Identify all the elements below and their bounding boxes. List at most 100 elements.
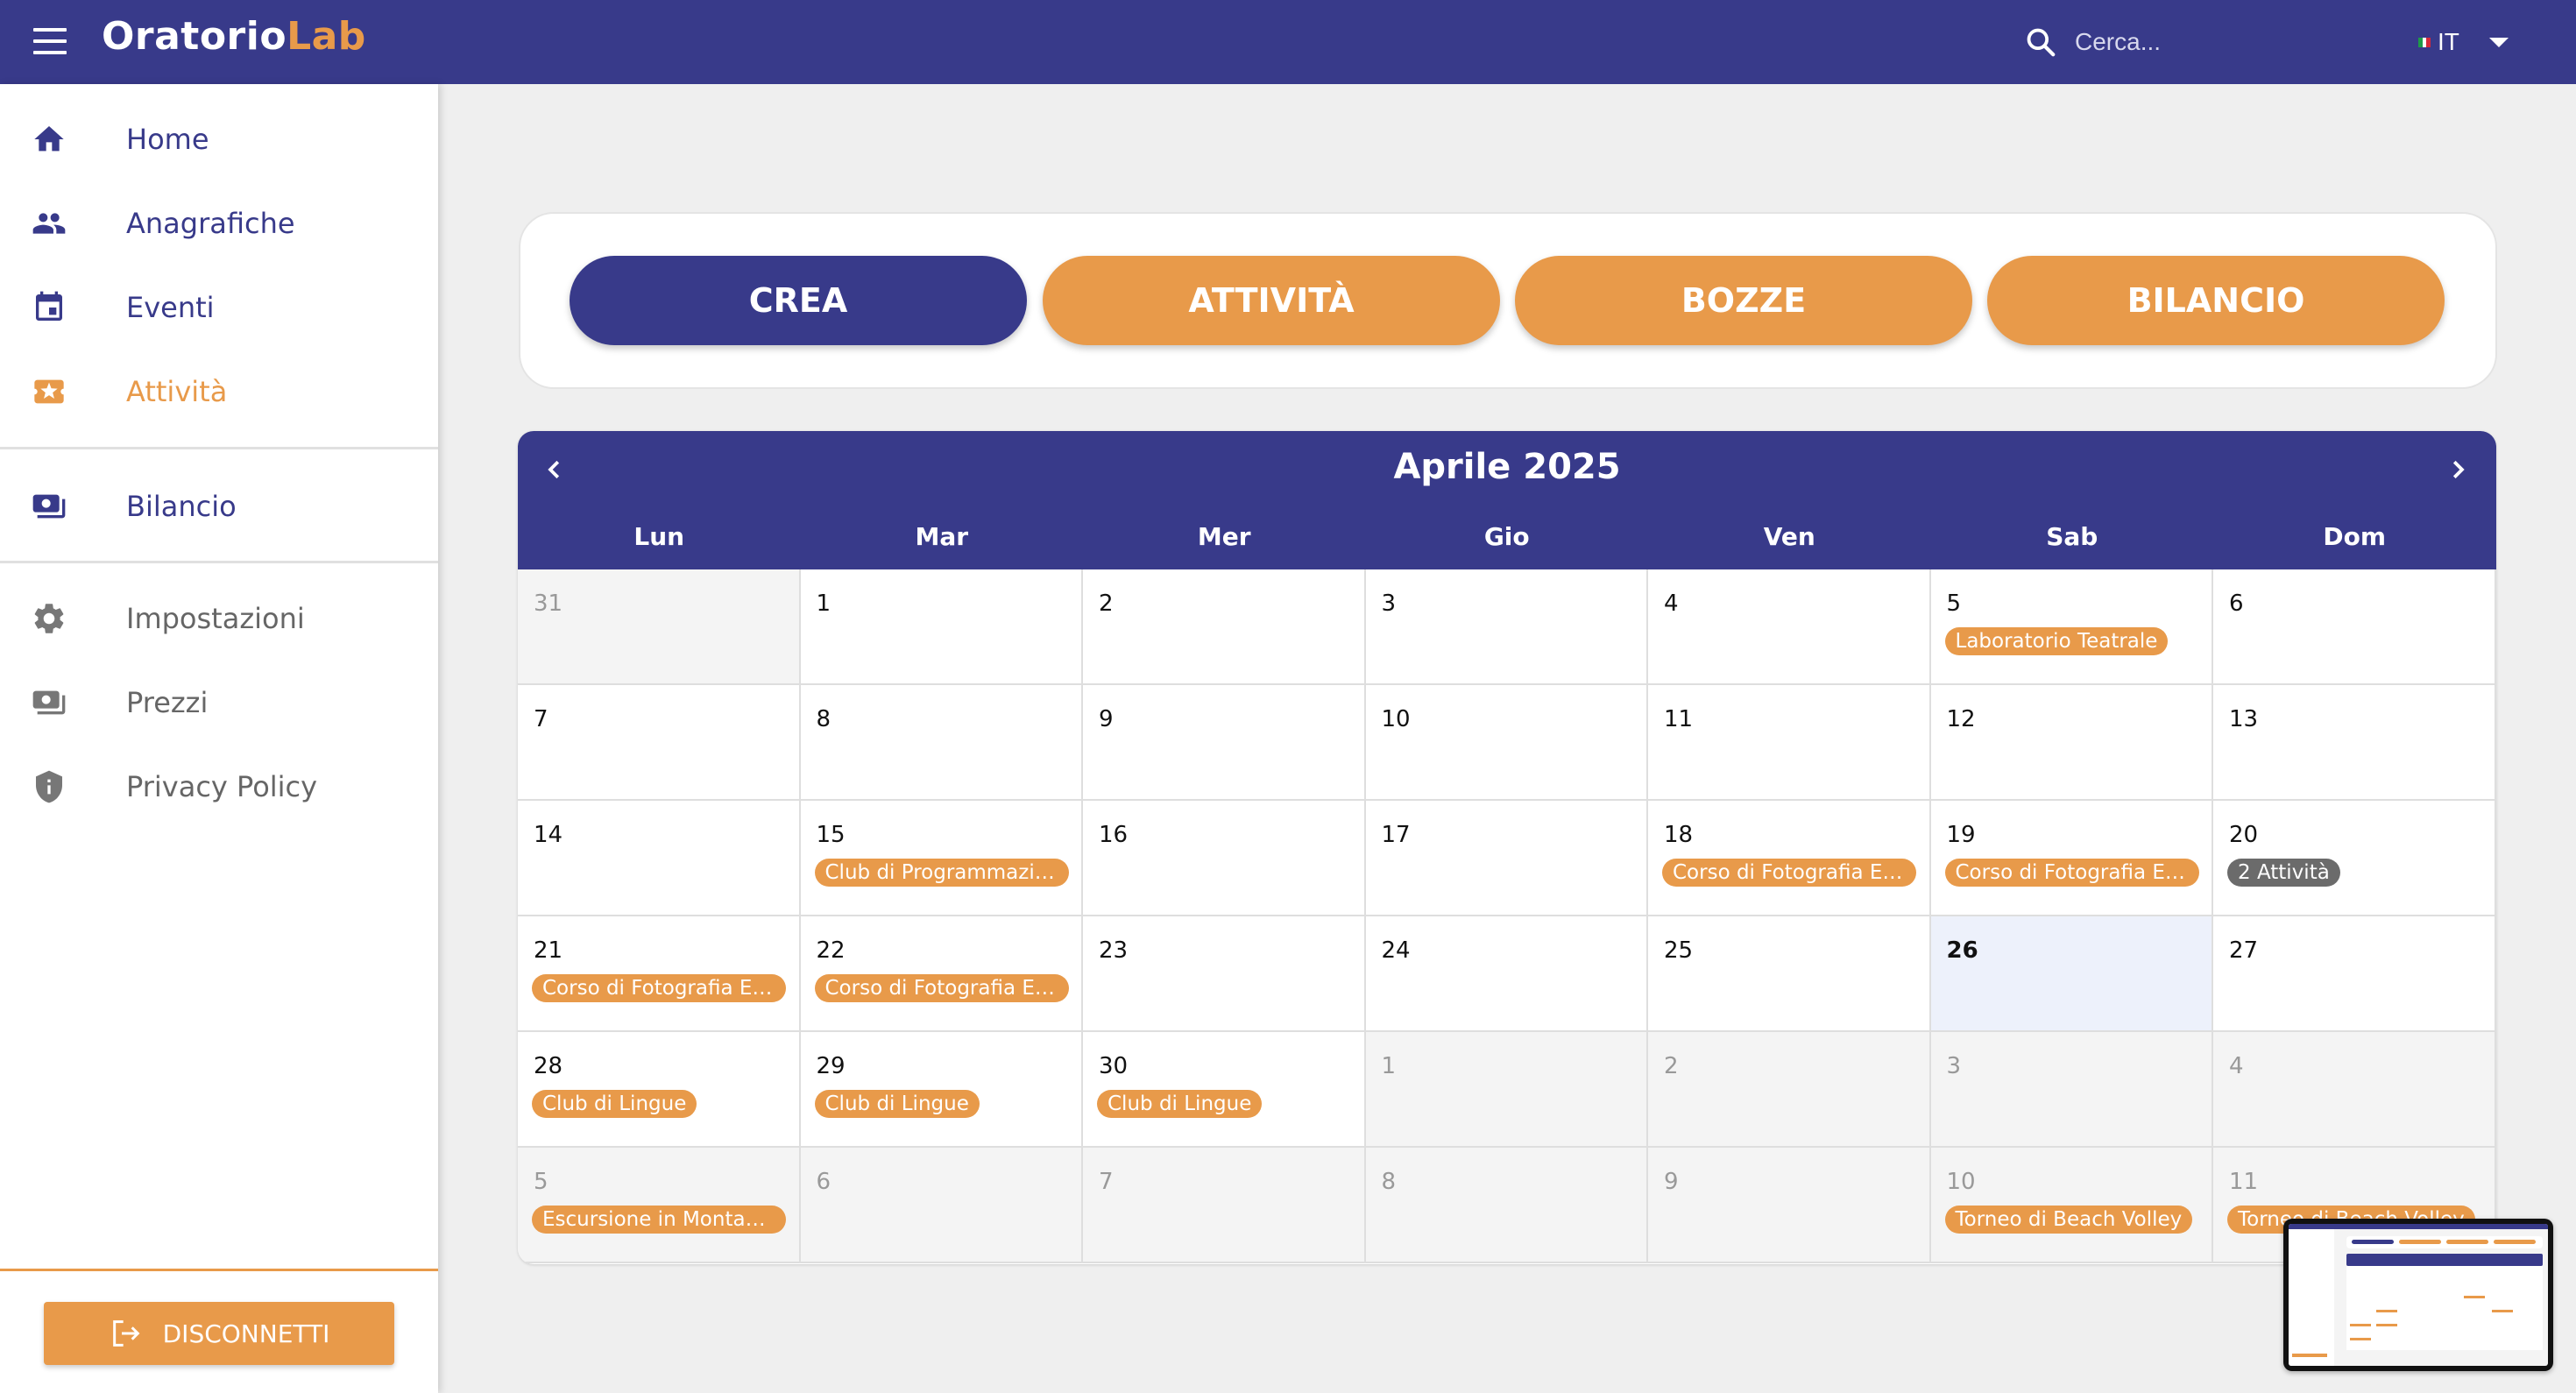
calendar-day-cell[interactable]: 27 — [2213, 916, 2496, 1032]
calendar-grid: 31 1 2 3 4 5 Laboratorio Teatrale 6 7 8 9 10 11 12 13 1… — [518, 569, 2496, 1264]
day-number: 1 — [1381, 1053, 1397, 1079]
calendar-day-cell[interactable]: 23 — [1083, 916, 1366, 1032]
chevron-right-icon[interactable] — [2437, 449, 2479, 491]
logout-button[interactable]: DISCONNETTI — [44, 1302, 394, 1365]
calendar-day-cell[interactable]: 8 — [1365, 1148, 1648, 1263]
event-chip[interactable]: Club di Lingue — [532, 1090, 697, 1118]
ticket-star-icon — [30, 374, 68, 409]
calendar-day-cell[interactable]: 25 — [1648, 916, 1931, 1032]
calendar-day-cell[interactable]: 15 Club di Programmazione — [800, 801, 1083, 916]
event-chip[interactable]: Club di Lingue — [814, 1090, 980, 1118]
day-number: 21 — [534, 937, 563, 964]
event-chip[interactable]: Torneo di Beach Volley — [1944, 1206, 2193, 1234]
event-chip[interactable]: Escursione in Montagna — [532, 1206, 786, 1234]
event-chip[interactable]: Club di Lingue — [1097, 1090, 1263, 1118]
calendar-day-cell[interactable]: 11 — [1648, 685, 1931, 801]
sidebar-item-anagrafiche[interactable]: Anagrafiche — [0, 188, 438, 258]
day-number: 9 — [1099, 706, 1114, 732]
calendar-day-cell[interactable]: 9 — [1648, 1148, 1931, 1263]
sidebar-item-home[interactable]: Home — [0, 104, 438, 174]
calendar-day-cell[interactable]: 13 — [2213, 685, 2496, 801]
event-chip[interactable]: Corso di Fotografia Estiva — [1944, 859, 2199, 887]
calendar-day-cell[interactable]: 5 Escursione in Montagna — [518, 1148, 801, 1263]
day-number: 2 — [1664, 1053, 1679, 1079]
weekday-label: Lun — [633, 522, 685, 551]
calendar-day-cell[interactable]: 10 — [1365, 685, 1648, 801]
activities-button[interactable]: ATTIVITÀ — [1043, 256, 1500, 345]
menu-icon[interactable] — [33, 28, 67, 54]
calendar-day-cell[interactable]: 12 — [1930, 685, 2213, 801]
screen-thumbnail[interactable] — [2283, 1219, 2553, 1371]
day-number: 4 — [1664, 590, 1679, 617]
sidebar-item-eventi[interactable]: Eventi — [0, 272, 438, 343]
top-app-bar: OratorioLab IT — [0, 0, 2576, 84]
calendar-day-cell[interactable]: 17 — [1365, 801, 1648, 916]
calendar-day-cell[interactable]: 20 2 Attività — [2213, 801, 2496, 916]
calendar-day-cell[interactable]: 22 Corso di Fotografia Estiva — [800, 916, 1083, 1032]
sidebar-item-attivita[interactable]: Attività — [0, 357, 438, 427]
event-chip[interactable]: Corso di Fotografia Estiva — [532, 974, 786, 1002]
sidebar-item-label: Attività — [126, 375, 228, 408]
action-bar: CREA ATTIVITÀ BOZZE BILANCIO — [519, 212, 2497, 389]
event-chip[interactable]: Corso di Fotografia Estiva — [1662, 859, 1916, 887]
day-number: 14 — [534, 822, 563, 848]
calendar-day-cell[interactable]: 31 — [518, 569, 801, 685]
day-number: 8 — [816, 706, 832, 732]
calendar-day-cell[interactable]: 10 Torneo di Beach Volley — [1930, 1148, 2213, 1263]
event-chip[interactable]: Laboratorio Teatrale — [1944, 627, 2169, 655]
logout-icon — [112, 1320, 140, 1347]
app-logo[interactable]: OratorioLab — [102, 14, 366, 59]
day-number: 9 — [1664, 1169, 1679, 1195]
day-number: 18 — [1664, 822, 1694, 848]
calendar-day-cell[interactable]: 7 — [1083, 1148, 1366, 1263]
calendar-day-cell[interactable]: 3 — [1365, 569, 1648, 685]
calendar-day-cell[interactable]: 5 Laboratorio Teatrale — [1930, 569, 2213, 685]
calendar-day-cell[interactable]: 2 — [1083, 569, 1366, 685]
calendar-day-cell[interactable]: 19 Corso di Fotografia Estiva — [1930, 801, 2213, 916]
search-input[interactable] — [2075, 28, 2338, 56]
calendar-day-cell[interactable]: 21 Corso di Fotografia Estiva — [518, 916, 801, 1032]
calendar-day-cell[interactable]: 14 — [518, 801, 801, 916]
calendar-day-cell[interactable]: 29 Club di Lingue — [800, 1032, 1083, 1148]
calendar-day-cell[interactable]: 24 — [1365, 916, 1648, 1032]
day-number: 3 — [1946, 1053, 1962, 1079]
calendar-day-cell[interactable]: 28 Club di Lingue — [518, 1032, 801, 1148]
day-number: 5 — [534, 1169, 548, 1195]
calendar-day-cell[interactable]: 3 — [1930, 1032, 2213, 1148]
search-box[interactable] — [2024, 21, 2357, 63]
calendar-day-cell[interactable]: 2 — [1648, 1032, 1931, 1148]
calendar-day-cell-today[interactable]: 26 — [1930, 916, 2213, 1032]
weekday-label: Dom — [2323, 522, 2387, 551]
day-number: 20 — [2229, 822, 2259, 848]
balance-button[interactable]: BILANCIO — [1987, 256, 2445, 345]
brand-suffix: Lab — [287, 14, 366, 59]
calendar-day-cell[interactable]: 9 — [1083, 685, 1366, 801]
sidebar-item-impostazioni[interactable]: Impostazioni — [0, 583, 438, 654]
day-number: 25 — [1664, 937, 1694, 964]
calendar-day-cell[interactable]: 6 — [800, 1148, 1083, 1263]
more-activities-chip[interactable]: 2 Attività — [2227, 859, 2340, 887]
calendar-day-cell[interactable]: 1 — [1365, 1032, 1648, 1148]
calendar-day-cell[interactable]: 30 Club di Lingue — [1083, 1032, 1366, 1148]
calendar-day-cell[interactable]: 8 — [800, 685, 1083, 801]
day-number: 8 — [1381, 1169, 1397, 1195]
calendar-day-cell[interactable]: 1 — [800, 569, 1083, 685]
sidebar-item-label: Eventi — [126, 291, 215, 324]
create-button[interactable]: CREA — [570, 256, 1027, 345]
calendar-day-cell[interactable]: 16 — [1083, 801, 1366, 916]
calendar-day-cell[interactable]: 7 — [518, 685, 801, 801]
event-chip[interactable]: Club di Programmazione — [814, 859, 1069, 887]
calendar-day-cell[interactable]: 6 — [2213, 569, 2496, 685]
sidebar-item-privacy[interactable]: Privacy Policy — [0, 752, 438, 822]
logout-label: DISCONNETTI — [162, 1319, 330, 1348]
sidebar-item-bilancio[interactable]: Bilancio — [0, 471, 438, 541]
calendar-day-cell[interactable]: 4 — [1648, 569, 1931, 685]
event-chip[interactable]: Corso di Fotografia Estiva — [814, 974, 1069, 1002]
day-number: 6 — [816, 1169, 832, 1195]
calendar-day-cell[interactable]: 18 Corso di Fotografia Estiva — [1648, 801, 1931, 916]
drafts-button[interactable]: BOZZE — [1515, 256, 1972, 345]
sidebar-item-prezzi[interactable]: Prezzi — [0, 668, 438, 738]
language-selector[interactable]: IT — [2418, 23, 2509, 61]
sidebar-footer-divider — [0, 1269, 438, 1271]
calendar-day-cell[interactable]: 4 — [2213, 1032, 2496, 1148]
